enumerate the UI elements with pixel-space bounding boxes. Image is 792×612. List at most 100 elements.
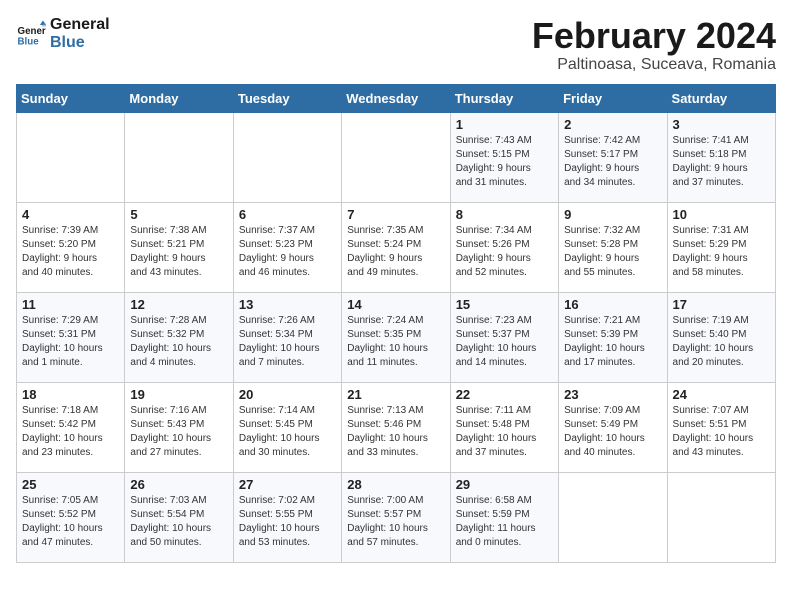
day-info: Sunrise: 7:26 AM Sunset: 5:34 PM Dayligh… <box>239 314 336 370</box>
day-number: 28 <box>347 477 444 492</box>
day-number: 19 <box>130 387 227 402</box>
day-info: Sunrise: 7:24 AM Sunset: 5:35 PM Dayligh… <box>347 314 444 370</box>
weekday-header-wednesday: Wednesday <box>342 84 450 112</box>
calendar-cell: 12 Sunrise: 7:28 AM Sunset: 5:32 PM Dayli… <box>125 292 233 382</box>
day-number: 17 <box>673 297 770 312</box>
day-info: Sunrise: 7:07 AM Sunset: 5:51 PM Dayligh… <box>673 404 770 460</box>
day-info: Sunrise: 7:19 AM Sunset: 5:40 PM Dayligh… <box>673 314 770 370</box>
day-number: 18 <box>22 387 119 402</box>
calendar-cell <box>233 112 341 202</box>
calendar-cell: 20 Sunrise: 7:14 AM Sunset: 5:45 PM Dayli… <box>233 382 341 472</box>
calendar-cell: 27 Sunrise: 7:02 AM Sunset: 5:55 PM Dayli… <box>233 472 341 562</box>
calendar-cell <box>559 472 667 562</box>
day-number: 11 <box>22 297 119 312</box>
weekday-header-friday: Friday <box>559 84 667 112</box>
day-info: Sunrise: 7:03 AM Sunset: 5:54 PM Dayligh… <box>130 494 227 550</box>
page-header: General Blue General Blue February 2024 … <box>16 16 776 74</box>
calendar-cell: 25 Sunrise: 7:05 AM Sunset: 5:52 PM Dayli… <box>17 472 125 562</box>
day-number: 9 <box>564 207 661 222</box>
calendar-cell: 22 Sunrise: 7:11 AM Sunset: 5:48 PM Dayli… <box>450 382 558 472</box>
day-number: 7 <box>347 207 444 222</box>
day-number: 5 <box>130 207 227 222</box>
day-number: 2 <box>564 117 661 132</box>
location-title: Paltinoasa, Suceava, Romania <box>532 56 776 74</box>
calendar-cell: 4 Sunrise: 7:39 AM Sunset: 5:20 PM Daylig… <box>17 202 125 292</box>
calendar-week-row: 25 Sunrise: 7:05 AM Sunset: 5:52 PM Dayli… <box>17 472 776 562</box>
day-number: 29 <box>456 477 553 492</box>
day-info: Sunrise: 7:28 AM Sunset: 5:32 PM Dayligh… <box>130 314 227 370</box>
calendar-cell: 7Sunrise: 7:35 AM Sunset: 5:24 PM Daylig… <box>342 202 450 292</box>
day-info: Sunrise: 6:58 AM Sunset: 5:59 PM Dayligh… <box>456 494 553 550</box>
day-number: 1 <box>456 117 553 132</box>
day-number: 13 <box>239 297 336 312</box>
day-number: 8 <box>456 207 553 222</box>
day-number: 10 <box>673 207 770 222</box>
day-info: Sunrise: 7:02 AM Sunset: 5:55 PM Dayligh… <box>239 494 336 550</box>
day-info: Sunrise: 7:14 AM Sunset: 5:45 PM Dayligh… <box>239 404 336 460</box>
calendar-cell: 15Sunrise: 7:23 AM Sunset: 5:37 PM Dayli… <box>450 292 558 382</box>
calendar-cell: 8 Sunrise: 7:34 AM Sunset: 5:26 PM Daylig… <box>450 202 558 292</box>
logo-general: General <box>50 16 110 34</box>
calendar-cell: 24 Sunrise: 7:07 AM Sunset: 5:51 PM Dayli… <box>667 382 775 472</box>
calendar-cell: 14 Sunrise: 7:24 AM Sunset: 5:35 PM Dayli… <box>342 292 450 382</box>
day-number: 22 <box>456 387 553 402</box>
day-info: Sunrise: 7:00 AM Sunset: 5:57 PM Dayligh… <box>347 494 444 550</box>
calendar-cell: 21Sunrise: 7:13 AM Sunset: 5:46 PM Dayli… <box>342 382 450 472</box>
day-info: Sunrise: 7:34 AM Sunset: 5:26 PM Dayligh… <box>456 224 553 280</box>
weekday-header-row: SundayMondayTuesdayWednesdayThursdayFrid… <box>17 84 776 112</box>
calendar-cell: 13 Sunrise: 7:26 AM Sunset: 5:34 PM Dayli… <box>233 292 341 382</box>
svg-text:General: General <box>18 26 47 37</box>
day-info: Sunrise: 7:13 AM Sunset: 5:46 PM Dayligh… <box>347 404 444 460</box>
day-number: 26 <box>130 477 227 492</box>
logo-blue: Blue <box>50 34 110 52</box>
day-info: Sunrise: 7:39 AM Sunset: 5:20 PM Dayligh… <box>22 224 119 280</box>
day-number: 16 <box>564 297 661 312</box>
calendar-week-row: 11 Sunrise: 7:29 AM Sunset: 5:31 PM Dayli… <box>17 292 776 382</box>
calendar-cell: 9 Sunrise: 7:32 AM Sunset: 5:28 PM Daylig… <box>559 202 667 292</box>
day-info: Sunrise: 7:31 AM Sunset: 5:29 PM Dayligh… <box>673 224 770 280</box>
weekday-header-saturday: Saturday <box>667 84 775 112</box>
calendar-cell <box>17 112 125 202</box>
calendar-cell: 6 Sunrise: 7:37 AM Sunset: 5:23 PM Daylig… <box>233 202 341 292</box>
day-number: 24 <box>673 387 770 402</box>
day-info: Sunrise: 7:05 AM Sunset: 5:52 PM Dayligh… <box>22 494 119 550</box>
calendar-cell: 17 Sunrise: 7:19 AM Sunset: 5:40 PM Dayli… <box>667 292 775 382</box>
calendar-cell: 16Sunrise: 7:21 AM Sunset: 5:39 PM Dayli… <box>559 292 667 382</box>
day-number: 6 <box>239 207 336 222</box>
day-number: 23 <box>564 387 661 402</box>
day-number: 27 <box>239 477 336 492</box>
logo: General Blue General Blue <box>16 16 110 51</box>
day-info: Sunrise: 7:43 AM Sunset: 5:15 PM Dayligh… <box>456 134 553 190</box>
logo-icon: General Blue <box>16 19 46 49</box>
day-info: Sunrise: 7:42 AM Sunset: 5:17 PM Dayligh… <box>564 134 661 190</box>
day-info: Sunrise: 7:29 AM Sunset: 5:31 PM Dayligh… <box>22 314 119 370</box>
day-number: 4 <box>22 207 119 222</box>
day-number: 12 <box>130 297 227 312</box>
day-info: Sunrise: 7:32 AM Sunset: 5:28 PM Dayligh… <box>564 224 661 280</box>
weekday-header-thursday: Thursday <box>450 84 558 112</box>
calendar-cell: 11 Sunrise: 7:29 AM Sunset: 5:31 PM Dayli… <box>17 292 125 382</box>
day-number: 20 <box>239 387 336 402</box>
calendar-cell: 5 Sunrise: 7:38 AM Sunset: 5:21 PM Daylig… <box>125 202 233 292</box>
day-info: Sunrise: 7:11 AM Sunset: 5:48 PM Dayligh… <box>456 404 553 460</box>
day-info: Sunrise: 7:18 AM Sunset: 5:42 PM Dayligh… <box>22 404 119 460</box>
calendar-cell: 26 Sunrise: 7:03 AM Sunset: 5:54 PM Dayli… <box>125 472 233 562</box>
day-number: 15 <box>456 297 553 312</box>
weekday-header-monday: Monday <box>125 84 233 112</box>
day-info: Sunrise: 7:37 AM Sunset: 5:23 PM Dayligh… <box>239 224 336 280</box>
calendar-cell <box>342 112 450 202</box>
calendar-cell: 3Sunrise: 7:41 AM Sunset: 5:18 PM Daylig… <box>667 112 775 202</box>
calendar-cell: 19 Sunrise: 7:16 AM Sunset: 5:43 PM Dayli… <box>125 382 233 472</box>
day-number: 14 <box>347 297 444 312</box>
calendar-cell: 2 Sunrise: 7:42 AM Sunset: 5:17 PM Daylig… <box>559 112 667 202</box>
day-info: Sunrise: 7:38 AM Sunset: 5:21 PM Dayligh… <box>130 224 227 280</box>
day-info: Sunrise: 7:16 AM Sunset: 5:43 PM Dayligh… <box>130 404 227 460</box>
calendar-week-row: 18 Sunrise: 7:18 AM Sunset: 5:42 PM Dayli… <box>17 382 776 472</box>
day-number: 25 <box>22 477 119 492</box>
calendar-table: SundayMondayTuesdayWednesdayThursdayFrid… <box>16 84 776 563</box>
day-number: 3 <box>673 117 770 132</box>
month-title: February 2024 <box>532 16 776 56</box>
calendar-cell: 18 Sunrise: 7:18 AM Sunset: 5:42 PM Dayli… <box>17 382 125 472</box>
weekday-header-sunday: Sunday <box>17 84 125 112</box>
calendar-cell: 10 Sunrise: 7:31 AM Sunset: 5:29 PM Dayli… <box>667 202 775 292</box>
